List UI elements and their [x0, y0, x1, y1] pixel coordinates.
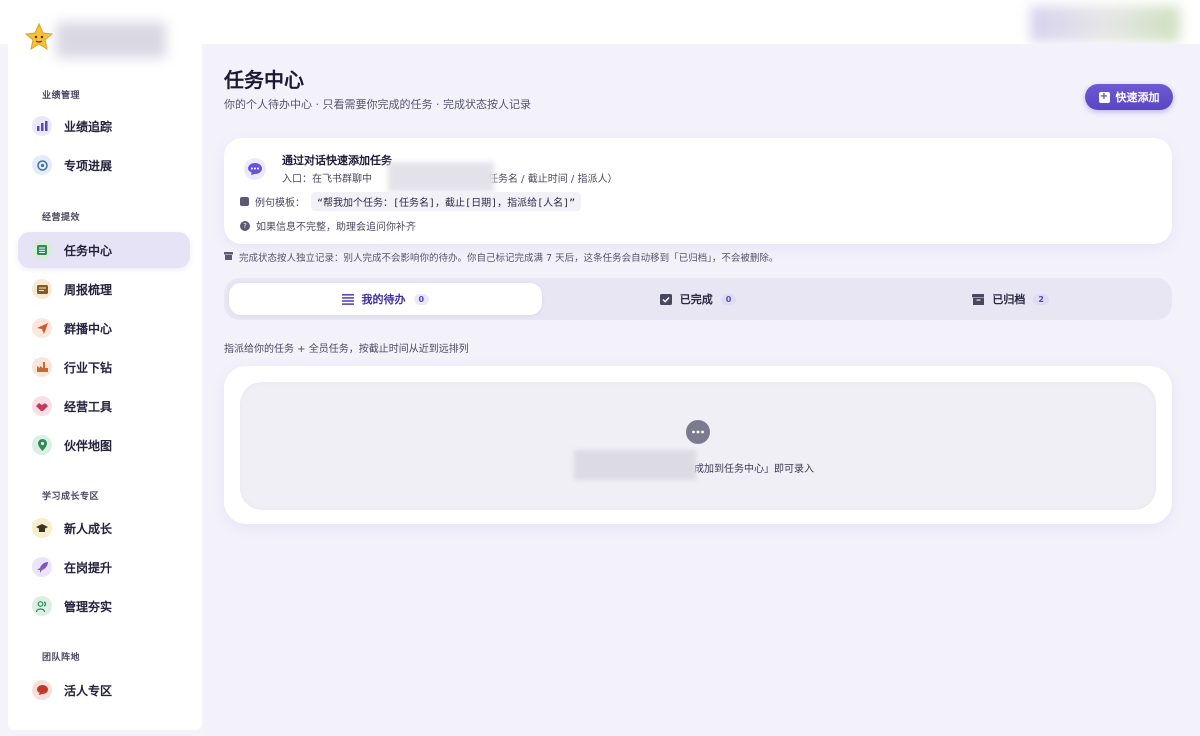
tab-count: 0 — [413, 293, 430, 305]
sidebar-item-label: 管理夯实 — [64, 599, 113, 614]
factory-icon — [32, 357, 52, 377]
copy-icon — [240, 197, 249, 206]
sidebar-item-management[interactable]: 管理夯实 — [18, 588, 190, 624]
incomplete-hint: 如果信息不完整，助理会追问你补齐 — [256, 222, 416, 233]
group-label-team: 团队阵地 — [42, 653, 81, 663]
sidebar-item-broadcast-center[interactable]: 群播中心 — [18, 310, 190, 346]
rocket-icon — [32, 557, 52, 577]
blurred-entry-text — [388, 162, 494, 192]
sidebar-item-label: 任务中心 — [64, 243, 113, 258]
sidebar-item-weekly-report[interactable]: 周报梳理 — [18, 271, 190, 307]
quick-add-button[interactable]: + 快速添加 — [1085, 84, 1173, 110]
task-tabs: 我的待办 0 已完成 0 已归档 2 — [224, 278, 1172, 320]
tab-archived[interactable]: 已归档 2 — [854, 283, 1167, 315]
incomplete-hint-row: ? 如果信息不完整，助理会追问你补齐 — [240, 218, 416, 233]
sidebar-item-label: 行业下钻 — [64, 360, 113, 375]
notice-text: 完成状态按人独立记录：别人完成不会影响你的待办。你自己标记完成满 7 天后，这条… — [239, 253, 779, 264]
sidebar-item-newcomer-growth[interactable]: 新人成长 — [18, 510, 190, 546]
blurred-header-content — [1030, 6, 1180, 42]
tab-label: 已完成 — [679, 293, 713, 306]
target-icon — [32, 155, 52, 175]
tab-label: 已归档 — [992, 293, 1026, 306]
archive-icon — [972, 293, 985, 305]
sidebar-item-label: 群播中心 — [64, 321, 113, 336]
sidebar-item-label: 业绩追踪 — [64, 119, 113, 134]
tab-completed[interactable]: 已完成 0 — [542, 283, 855, 315]
empty-state: 成加到任务中心」即可录入 — [240, 382, 1156, 510]
template-label: 例句模板： — [255, 198, 305, 209]
plus-icon: + — [1098, 91, 1110, 103]
sidebar-item-on-job-improvement[interactable]: 在岗提升 — [18, 549, 190, 585]
archive-box-icon — [224, 251, 233, 263]
empty-state-text: 成加到任务中心」即可录入 — [694, 464, 814, 475]
task-list-card: 成加到任务中心」即可录入 — [224, 366, 1172, 524]
speech-bubble-icon — [32, 680, 52, 700]
list-icon — [32, 240, 52, 260]
graduation-cap-icon — [32, 518, 52, 538]
page-title: 任务中心 — [224, 68, 304, 92]
sidebar-item-active-zone[interactable]: 活人专区 — [18, 672, 190, 708]
dialog-card-title: 通过对话快速添加任务 — [282, 154, 392, 167]
blurred-empty-text — [574, 450, 696, 480]
people-icon — [32, 596, 52, 616]
sidebar-item-project-progress[interactable]: 专项进展 — [18, 147, 190, 183]
completion-notice: 完成状态按人独立记录：别人完成不会影响你的待办。你自己标记完成满 7 天后，这条… — [224, 250, 778, 264]
tab-my-todo[interactable]: 我的待办 0 — [229, 283, 542, 315]
tab-count: 2 — [1033, 293, 1049, 305]
group-label-performance: 业绩管理 — [42, 91, 81, 101]
chat-icon — [244, 158, 266, 180]
chat-icon — [686, 420, 710, 444]
sidebar-item-label: 专项进展 — [64, 158, 113, 173]
list-icon — [341, 293, 354, 305]
dialog-add-card: 通过对话快速添加任务 入口：在飞书群聊中 息（任务名 / 截止时间 / 指派人） … — [224, 138, 1172, 244]
sidebar-item-label: 周报梳理 — [64, 282, 113, 297]
page-subtitle: 你的个人待办中心 · 只看需要你完成的任务 · 完成状态按人记录 — [224, 98, 531, 111]
tab-count: 0 — [720, 293, 737, 305]
tab-label: 我的待办 — [361, 293, 406, 306]
sidebar-item-label: 新人成长 — [64, 521, 113, 536]
blurred-app-name — [56, 22, 166, 58]
sidebar-item-label: 在岗提升 — [64, 560, 113, 575]
sidebar-item-partner-map[interactable]: 伙伴地图 — [18, 427, 190, 463]
sidebar-item-performance-tracking[interactable]: 业绩追踪 — [18, 108, 190, 144]
main-content: 任务中心 你的个人待办中心 · 只看需要你完成的任务 · 完成状态按人记录 + … — [204, 44, 1200, 736]
sidebar-item-label: 活人专区 — [64, 683, 113, 698]
sidebar-item-task-center[interactable]: 任务中心 — [18, 232, 190, 268]
template-example: “帮我加个任务：[任务名]，截止[日期]，指派给[人名]” — [311, 192, 582, 211]
entry-prefix: 入口：在飞书群聊中 — [282, 174, 372, 185]
bar-chart-icon — [32, 116, 52, 136]
sidebar-item-industry-drilldown[interactable]: 行业下钻 — [18, 349, 190, 385]
handshake-icon — [32, 396, 52, 416]
report-icon — [32, 279, 52, 299]
group-label-efficiency: 经营提效 — [42, 213, 81, 223]
star-logo-icon — [24, 22, 54, 52]
quick-add-label: 快速添加 — [1115, 91, 1160, 104]
sort-note: 指派给你的任务 + 全员任务，按截止时间从近到远排列 — [224, 344, 469, 355]
map-pin-icon — [32, 435, 52, 455]
question-icon: ? — [240, 220, 250, 231]
sidebar-item-label: 伙伴地图 — [64, 438, 113, 453]
group-label-learning: 学习成长专区 — [42, 492, 100, 502]
sidebar: 业绩管理 业绩追踪 专项进展 经营提效 任务中心 周报梳理 群播中心 行业下钻 … — [8, 10, 202, 730]
check-box-icon — [659, 293, 672, 305]
sidebar-item-business-tools[interactable]: 经营工具 — [18, 388, 190, 424]
sidebar-item-label: 经营工具 — [64, 399, 113, 414]
template-row: 例句模板： “帮我加个任务：[任务名]，截止[日期]，指派给[人名]” — [240, 192, 582, 211]
send-icon — [32, 318, 52, 338]
